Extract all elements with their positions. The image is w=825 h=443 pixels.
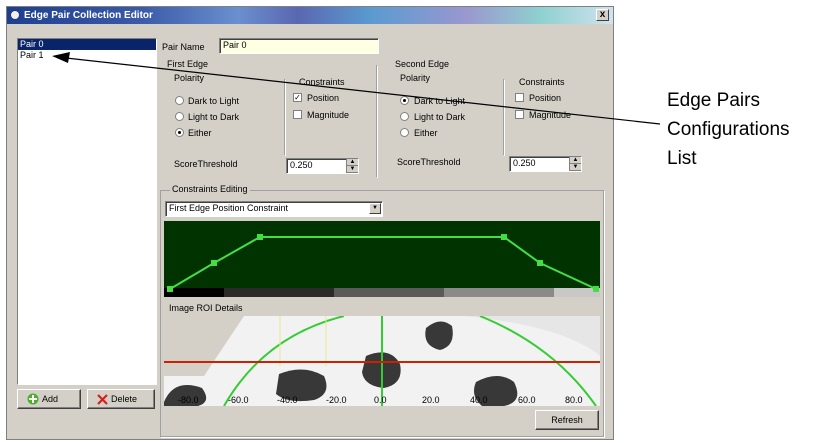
annotation-text: Edge Pairs Configurations List	[667, 86, 790, 173]
annotation-line: List	[667, 148, 697, 169]
annotation-arrow	[52, 52, 661, 125]
annotation-line: Edge Pairs	[667, 90, 760, 111]
annotation-line: Configurations	[667, 119, 790, 140]
